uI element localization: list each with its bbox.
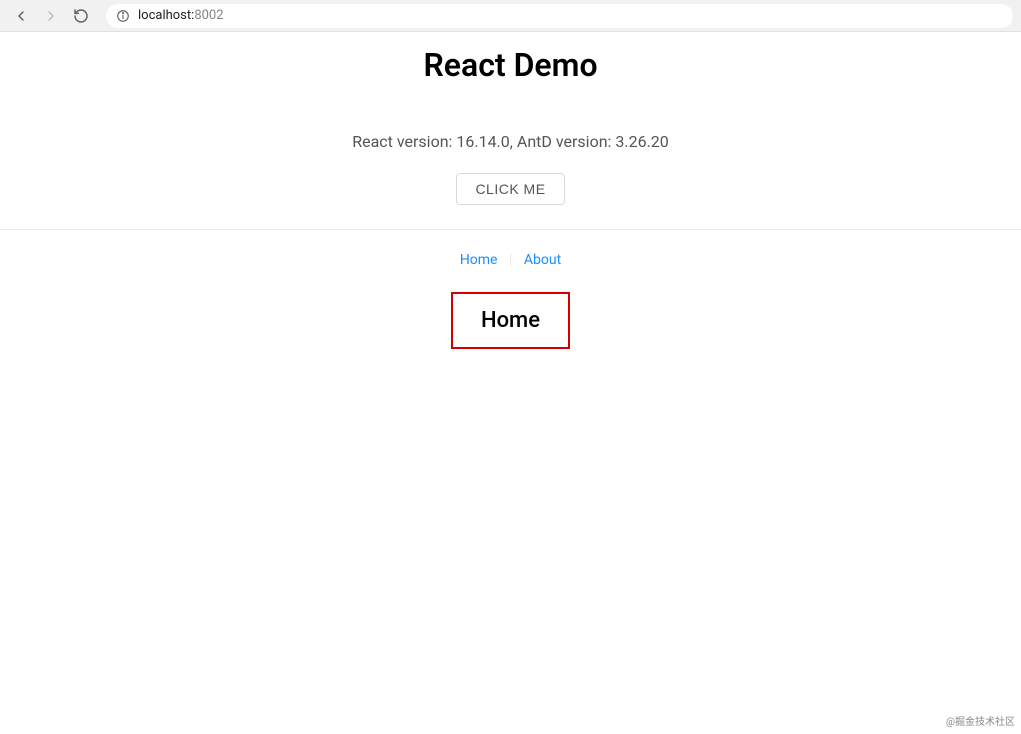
watermark: @掘金技术社区 [946,713,1015,728]
address-bar[interactable]: localhost:8002 [106,4,1013,28]
route-heading: Home [451,292,570,349]
url-text: localhost:8002 [138,8,224,23]
url-port: 8002 [194,8,223,23]
version-text: React version: 16.14.0, AntD version: 3.… [0,132,1021,151]
divider [0,229,1021,230]
url-host: localhost: [138,8,194,23]
browser-toolbar: localhost:8002 [0,0,1021,32]
nav-link-about[interactable]: About [524,252,561,268]
nav-separator: | [509,252,512,268]
nav-links: Home | About [0,252,1021,268]
page-content: React Demo React version: 16.14.0, AntD … [0,46,1021,349]
info-icon [116,9,130,23]
reload-icon[interactable] [72,7,90,25]
nav-link-home[interactable]: Home [460,252,498,268]
forward-icon[interactable] [42,7,60,25]
click-me-button[interactable]: CLICK ME [456,173,564,205]
back-icon[interactable] [12,7,30,25]
page-title: React Demo [0,46,1021,84]
nav-buttons [8,7,90,25]
